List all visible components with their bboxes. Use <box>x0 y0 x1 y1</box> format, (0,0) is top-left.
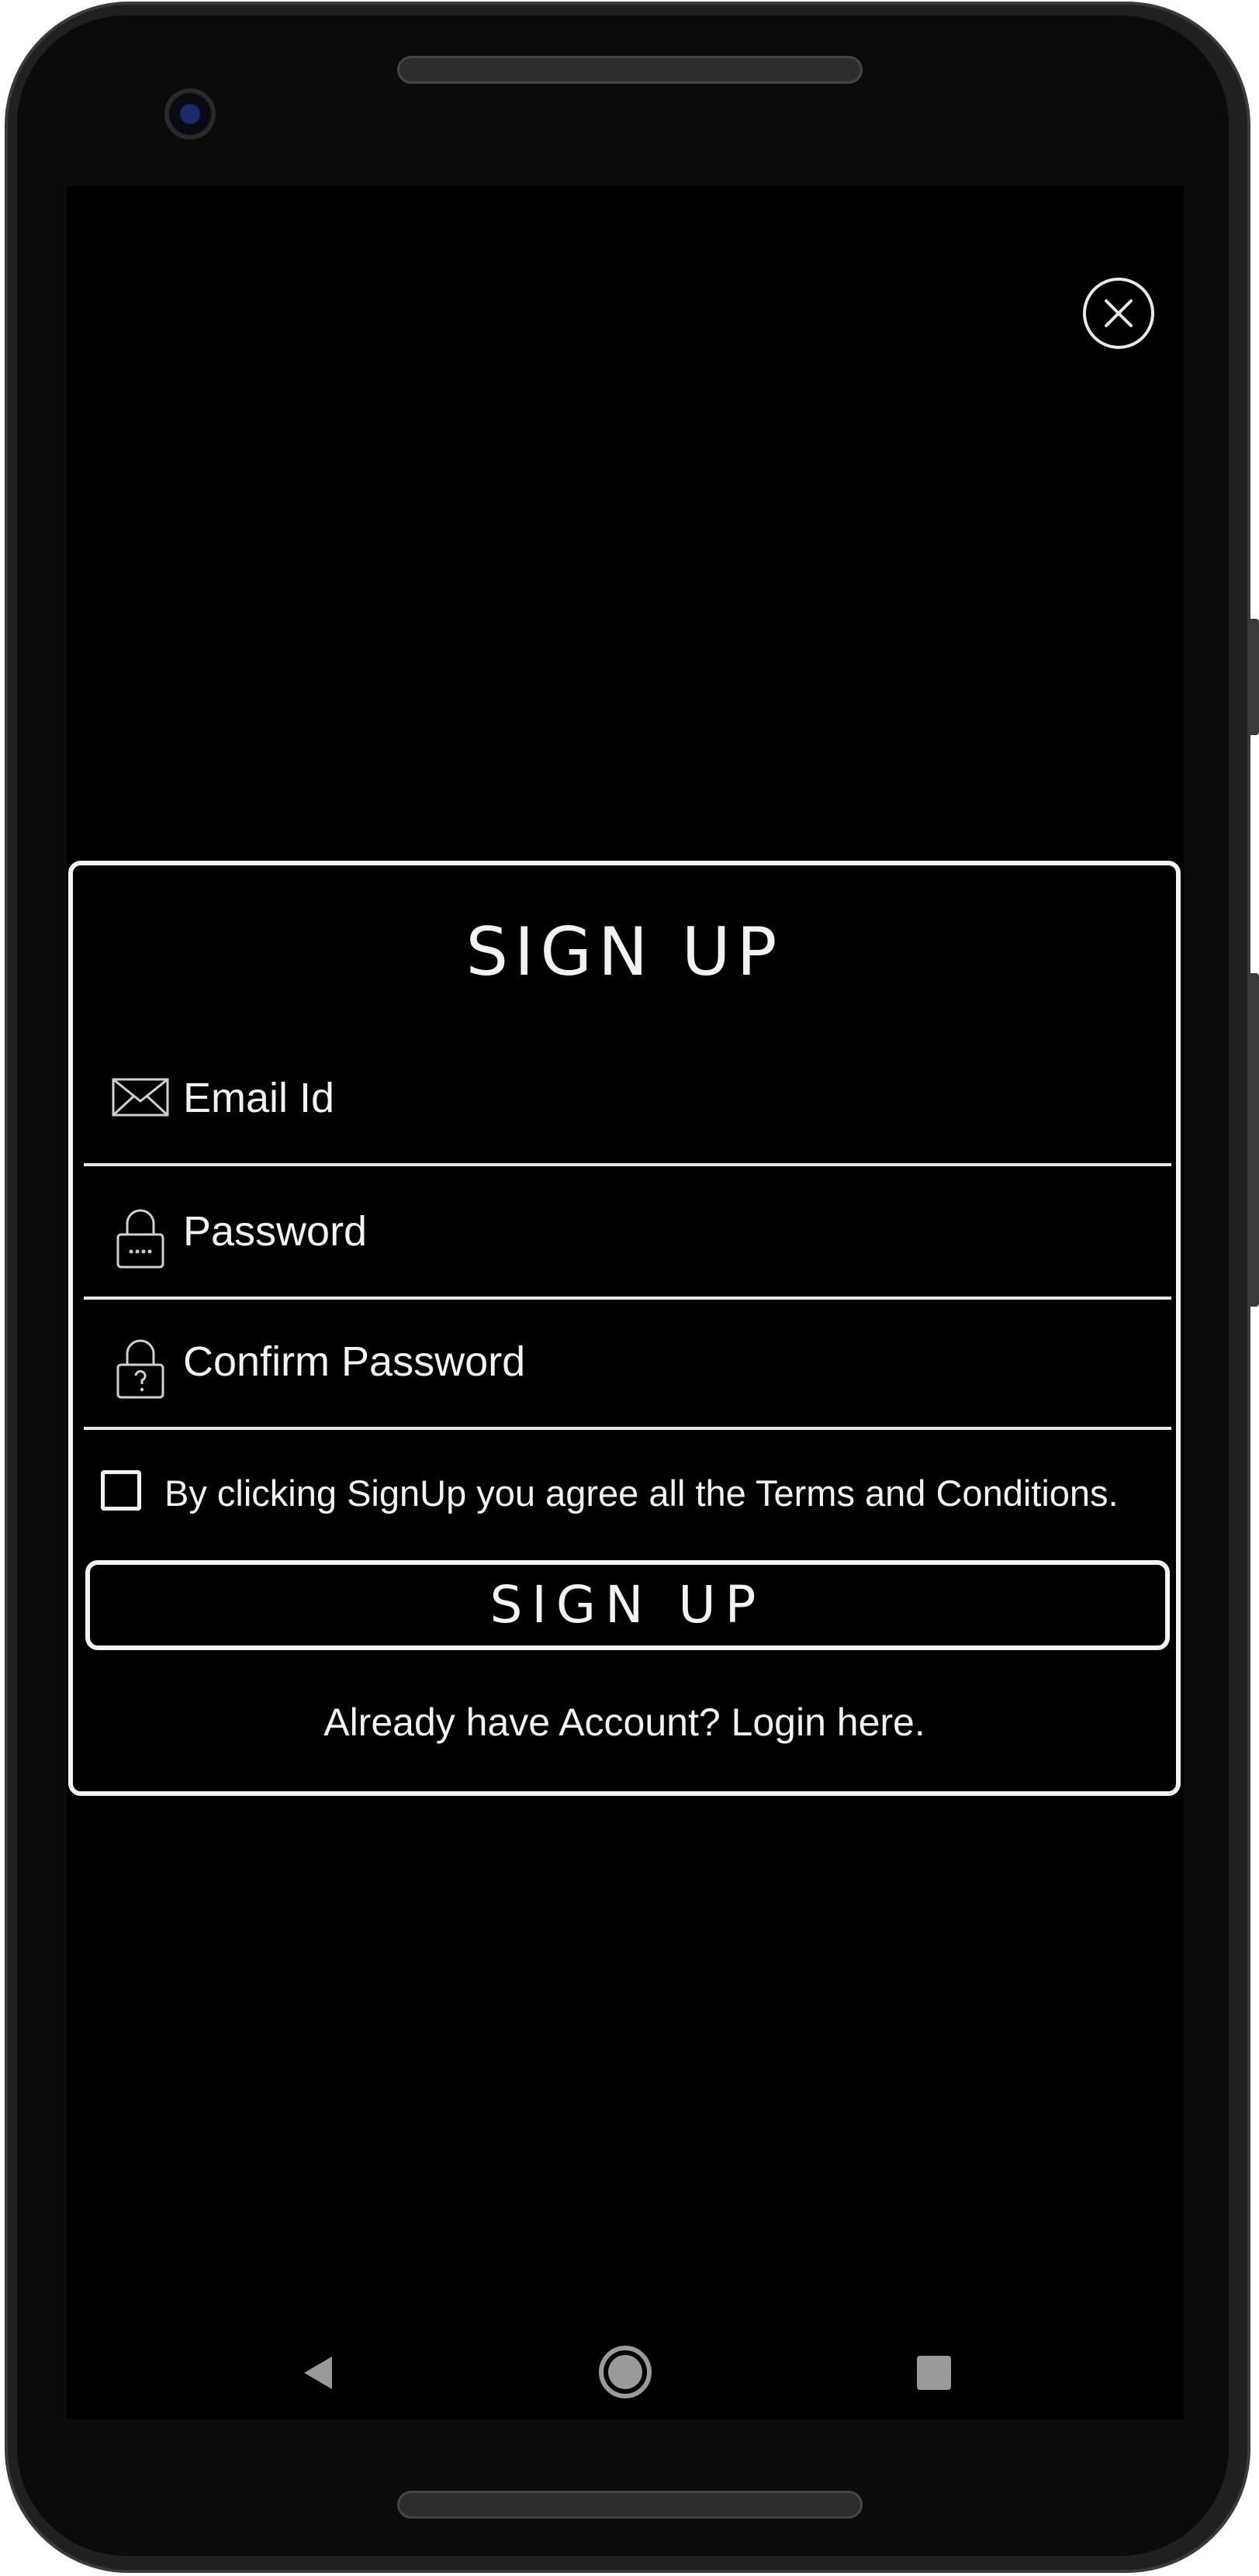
bottom-speaker <box>397 2491 863 2519</box>
confirm-password-field <box>84 1297 1171 1430</box>
lock-icon <box>116 1209 164 1269</box>
close-button[interactable] <box>1083 278 1154 349</box>
screen: SIGN UP Email Id By clicking SignUp you … <box>67 186 1184 2419</box>
terms-checkbox[interactable] <box>101 1470 141 1511</box>
signup-card: SIGN UP Email Id By clicking SignUp you … <box>68 861 1181 1796</box>
envelope-icon <box>112 1078 169 1117</box>
password-field <box>84 1166 1171 1300</box>
recent-apps-square-icon[interactable] <box>917 2356 951 2390</box>
close-icon <box>1105 299 1133 327</box>
email-field <box>84 1033 1171 1166</box>
signup-button[interactable]: SIGN UP <box>85 1560 1170 1650</box>
top-speaker <box>397 56 863 84</box>
lock-question-icon <box>116 1339 164 1399</box>
email-input[interactable] <box>183 1059 1137 1137</box>
confirm-password-input[interactable] <box>183 1323 1137 1400</box>
power-button <box>1248 619 1259 735</box>
back-triangle-icon[interactable] <box>299 2353 338 2392</box>
signup-title: SIGN UP <box>465 913 783 991</box>
volume-button <box>1248 973 1259 1307</box>
front-camera <box>164 88 216 140</box>
terms-label: By clicking SignUp you agree all the Ter… <box>164 1473 1119 1514</box>
password-input[interactable] <box>183 1193 1137 1270</box>
home-circle-icon[interactable] <box>599 2346 652 2398</box>
login-link[interactable]: Already have Account? Login here. <box>73 1700 1176 1745</box>
